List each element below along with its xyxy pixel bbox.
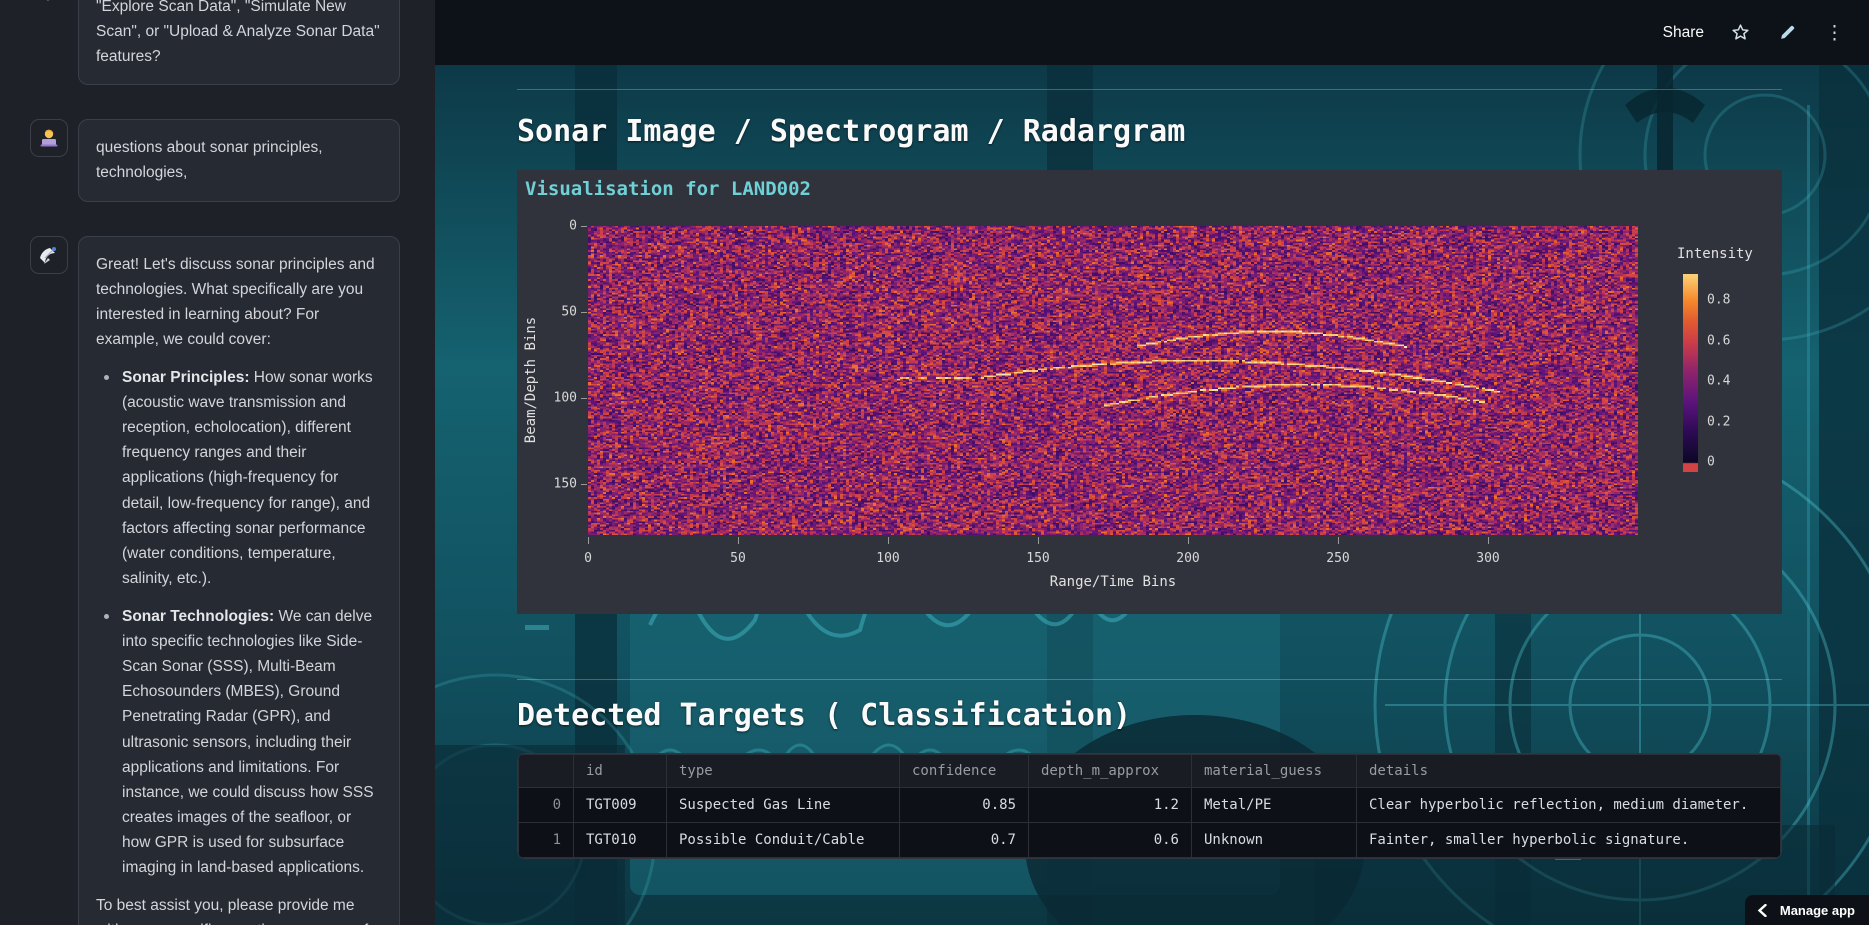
y-tick-label: 50 — [561, 304, 577, 320]
col-header-index[interactable] — [518, 754, 574, 788]
col-header-id[interactable]: id — [573, 754, 667, 788]
colorbar-tick-label: 0.6 — [1707, 333, 1731, 349]
x-axis-label: Range/Time Bins — [1049, 574, 1177, 590]
x-tick-label: 100 — [876, 551, 900, 566]
cell-material: Unknown — [1191, 822, 1357, 858]
chat-sidebar[interactable]: › "Explore Scan Data", "Simulate New Sca… — [0, 0, 435, 925]
col-header-depth[interactable]: depth_m_approx — [1028, 754, 1192, 788]
kebab-menu-icon: ⋮ — [1825, 21, 1844, 44]
chevron-right-icon: › — [46, 0, 52, 7]
app-header: Share ⋮ — [435, 0, 1869, 65]
star-icon — [1732, 24, 1749, 40]
manage-app-button[interactable]: Manage app — [1744, 895, 1869, 925]
x-tick-label: 50 — [730, 551, 746, 566]
colorbar-tick-label: 0.4 — [1707, 373, 1731, 389]
x-tick-label: 200 — [1176, 551, 1200, 566]
cell-confidence: 0.85 — [899, 787, 1029, 823]
main-area: Share ⋮ Sonar Image / Spectrogram / Rada… — [435, 0, 1869, 925]
edit-button[interactable] — [1777, 22, 1798, 43]
colorbar-tick-label: 0.2 — [1707, 414, 1731, 430]
col-header-details[interactable]: details — [1356, 754, 1781, 788]
message-text: "Explore Scan Data", "Simulate New Scan"… — [96, 0, 380, 66]
assistant-message-bubble: "Explore Scan Data", "Simulate New Scan"… — [78, 0, 400, 86]
y-tick-label: 100 — [553, 390, 577, 406]
cell-depth: 0.6 — [1028, 822, 1192, 858]
message-outro: To best assist you, please provide me wi… — [96, 897, 368, 925]
colorbar — [1683, 274, 1698, 472]
pencil-icon — [1781, 25, 1795, 39]
table-row: 0 TGT009 Suspected Gas Line 0.85 1.2 Met… — [518, 787, 1781, 823]
message-bullet-list: Sonar Principles: How sonar works (acous… — [96, 365, 382, 880]
user-message-bubble: questions about sonar principles, techno… — [78, 119, 400, 202]
cell-confidence: 0.7 — [899, 822, 1029, 858]
spectrogram-plot-container: Visualisation for LAND002 Beam/Depth Bin… — [517, 170, 1782, 614]
user-avatar — [30, 119, 68, 158]
col-header-material[interactable]: material_guess — [1191, 754, 1357, 788]
detected-targets-table: id type confidence depth_m_approx materi… — [517, 753, 1782, 859]
cell-depth: 1.2 — [1028, 787, 1192, 823]
cell-details: Fainter, smaller hyperbolic signature. — [1356, 822, 1781, 858]
message-expand-control: › — [30, 0, 68, 16]
x-tick-label: 150 — [1026, 551, 1050, 566]
share-button[interactable]: Share — [1663, 24, 1704, 42]
cell-id: TGT009 — [573, 787, 667, 823]
cell-type: Suspected Gas Line — [666, 787, 900, 823]
message-intro: Great! Let's discuss sonar principles an… — [96, 255, 375, 348]
chat-message: questions about sonar principles, techno… — [0, 119, 435, 202]
chat-message: Great! Let's discuss sonar principles an… — [0, 235, 435, 925]
chevron-left-icon — [1757, 903, 1767, 917]
chat-message: › "Explore Scan Data", "Simulate New Sca… — [0, 0, 435, 86]
colorbar-tick-label: 0.8 — [1707, 292, 1731, 308]
cell-type: Possible Conduit/Cable — [666, 822, 900, 858]
assistant-avatar — [30, 235, 68, 274]
table-header-row: id type confidence depth_m_approx materi… — [518, 754, 1781, 788]
cell-id: TGT010 — [573, 822, 667, 858]
technologist-emoji — [40, 130, 58, 147]
cell-index: 1 — [518, 822, 574, 858]
colorbar-tick-label: 0 — [1707, 454, 1715, 470]
section-title-detected-targets: Detected Targets ( Classification) — [517, 698, 1132, 733]
content-column: Sonar Image / Spectrogram / Radargram Vi… — [517, 65, 1782, 859]
divider — [517, 89, 1782, 90]
colorbar-label: Intensity — [1677, 246, 1753, 262]
favorite-button[interactable] — [1730, 22, 1751, 43]
cell-index: 0 — [518, 787, 574, 823]
overflow-menu-button[interactable]: ⋮ — [1824, 21, 1845, 44]
col-header-type[interactable]: type — [666, 754, 900, 788]
col-header-confidence[interactable]: confidence — [899, 754, 1029, 788]
satellite-antenna-emoji — [40, 246, 56, 264]
divider — [517, 679, 1782, 680]
x-tick-label: 0 — [584, 551, 592, 566]
bullet-item: Sonar Technologies: We can delve into sp… — [96, 604, 382, 880]
sonar-heatmap-canvas — [588, 226, 1638, 535]
chart-title: Visualisation for LAND002 — [525, 178, 811, 200]
cell-material: Metal/PE — [1191, 787, 1357, 823]
x-tick-label: 300 — [1476, 551, 1500, 566]
message-text: questions about sonar principles, techno… — [96, 139, 323, 182]
assistant-message-bubble: Great! Let's discuss sonar principles an… — [78, 235, 400, 925]
section-title-sonar-image: Sonar Image / Spectrogram / Radargram — [517, 114, 1186, 149]
y-axis-label: Beam/Depth Bins — [523, 316, 539, 444]
x-tick-label: 250 — [1326, 551, 1350, 566]
bullet-item: Sonar Principles: How sonar works (acous… — [96, 365, 382, 591]
y-tick-label: 150 — [553, 476, 577, 491]
y-tick-label: 0 — [569, 218, 577, 234]
table-row: 1 TGT010 Possible Conduit/Cable 0.7 0.6 … — [518, 822, 1781, 858]
cell-details: Clear hyperbolic reflection, medium diam… — [1356, 787, 1781, 823]
